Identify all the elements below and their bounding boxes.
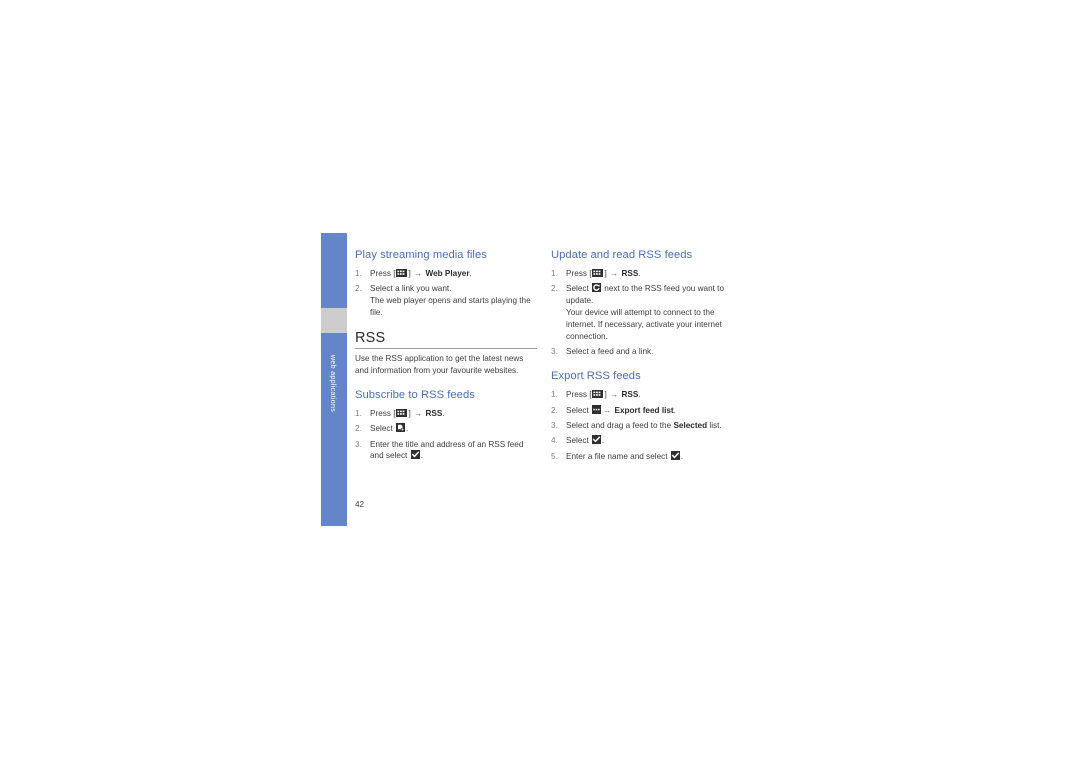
chapter-side-tab-gap: [321, 308, 347, 333]
keypad-icon: [396, 408, 408, 417]
step-text-bold: RSS: [621, 269, 639, 278]
step-item: Select a feed and a link.: [551, 346, 733, 358]
keypad-icon: [592, 390, 604, 399]
step-text-prefix: Select and drag a feed to the: [566, 421, 674, 431]
step-item: Select .: [551, 435, 733, 447]
step-text-bold: RSS: [425, 408, 443, 418]
step-text-prefix: Select: [566, 436, 592, 446]
chapter-side-tab-label: web applications: [321, 333, 347, 526]
rss-intro-text: Use the RSS application to get the lates…: [355, 354, 524, 376]
section-heading-update-read: Update and read RSS feeds: [551, 249, 693, 261]
section-update-and-read-rss-feeds: Update and read RSS feeds Press [] → RSS…: [551, 248, 733, 358]
left-column: Play streaming media files Press [] → We…: [355, 248, 537, 473]
step-text: Select a feed and a link.: [566, 347, 654, 357]
step-text-tail: .: [602, 436, 605, 446]
keypad-icon: [592, 269, 604, 277]
step-text-tail: .: [638, 269, 641, 278]
step-text-bold: RSS: [621, 390, 639, 400]
step-text-tail: list.: [707, 421, 722, 431]
step-item: Select next to the RSS feed you want to …: [551, 283, 733, 342]
check-icon: [670, 450, 680, 460]
step-text-prefix: Select: [566, 405, 592, 415]
page-sheet: web applications Play streaming media fi…: [0, 0, 1080, 763]
section-rss: RSS Use the RSS application to get the l…: [355, 330, 537, 377]
step-text-bold: Web Player: [425, 269, 470, 278]
step-item: Press [] → RSS.: [355, 408, 537, 420]
section-play-streaming-media-files: Play streaming media files Press [] → We…: [355, 248, 537, 319]
step-text-tail: .: [406, 424, 409, 434]
refresh-icon: [592, 283, 602, 293]
step-text-bold: Export feed list: [614, 405, 674, 415]
step-item: Select → Export feed list.: [551, 404, 733, 417]
keypad-icon: [396, 269, 408, 277]
section-heading-play-streaming: Play streaming media files: [355, 249, 487, 261]
chapter-side-tab-text: web applications: [329, 354, 339, 413]
step-text-prefix: Enter a file name and select: [566, 451, 670, 461]
step-note: Your device will attempt to connect to t…: [566, 308, 722, 341]
arrow-icon: →: [414, 408, 423, 418]
step-text-tail: .: [673, 405, 676, 415]
page-title-rss: RSS: [355, 330, 386, 347]
step-text-tail: .: [638, 390, 641, 400]
step-text-tail: .: [469, 269, 472, 278]
step-item: Enter a file name and select .: [551, 450, 733, 463]
step-text-prefix: Press [: [370, 408, 396, 418]
check-icon: [410, 450, 420, 460]
add-rss-feed-icon: [396, 423, 406, 433]
step-text-prefix: Press [: [370, 269, 396, 278]
step-item: Select .: [355, 423, 537, 435]
step-text: Select a link you want.: [370, 284, 452, 294]
step-item: Press [] → RSS.: [551, 389, 733, 401]
step-item: Select a link you want. The web player o…: [355, 283, 537, 319]
steps-update-read: Press [] → RSS. Select next to the RSS f…: [551, 268, 733, 358]
step-item: Select and drag a feed to the Selected l…: [551, 420, 733, 432]
step-text-prefix: Press [: [566, 390, 592, 400]
options-icon: [592, 404, 602, 414]
step-text-prefix: Press [: [566, 269, 592, 278]
step-item: Press [] → RSS.: [551, 268, 733, 280]
arrow-icon: →: [414, 269, 423, 278]
title-divider: [355, 348, 537, 350]
step-text-bold: Selected: [673, 421, 708, 431]
section-heading-subscribe: Subscribe to RSS feeds: [355, 388, 475, 401]
section-export-rss-feeds: Export RSS feeds Press [] → RSS. Select …: [551, 369, 733, 462]
arrow-icon: →: [610, 269, 619, 278]
right-column: Update and read RSS feeds Press [] → RSS…: [551, 248, 733, 474]
step-item: Press [] → Web Player.: [355, 268, 537, 280]
arrow-icon: →: [610, 390, 619, 400]
section-subscribe-to-rss-feeds: Subscribe to RSS feeds Press [] → RSS. S…: [355, 388, 537, 463]
page-number: 42: [355, 500, 365, 509]
step-text-prefix: Select: [370, 424, 396, 434]
step-text-tail: .: [442, 408, 445, 418]
arrow-icon: →: [603, 405, 612, 415]
step-note: The web player opens and starts playing …: [370, 296, 531, 318]
step-text-prefix: Enter the title and address of an RSS fe…: [370, 439, 524, 461]
step-text-prefix: Select: [566, 284, 592, 294]
step-text-tail: .: [680, 451, 684, 461]
steps-play-streaming: Press [] → Web Player. Select a link you…: [355, 268, 537, 319]
steps-subscribe: Press [] → RSS. Select . Enter the title…: [355, 408, 537, 463]
steps-export: Press [] → RSS. Select → Export feed lis…: [551, 389, 733, 462]
section-heading-export: Export RSS feeds: [551, 370, 641, 383]
step-text-tail: .: [420, 451, 423, 461]
step-item: Enter the title and address of an RSS fe…: [355, 439, 537, 463]
check-icon: [592, 435, 602, 445]
